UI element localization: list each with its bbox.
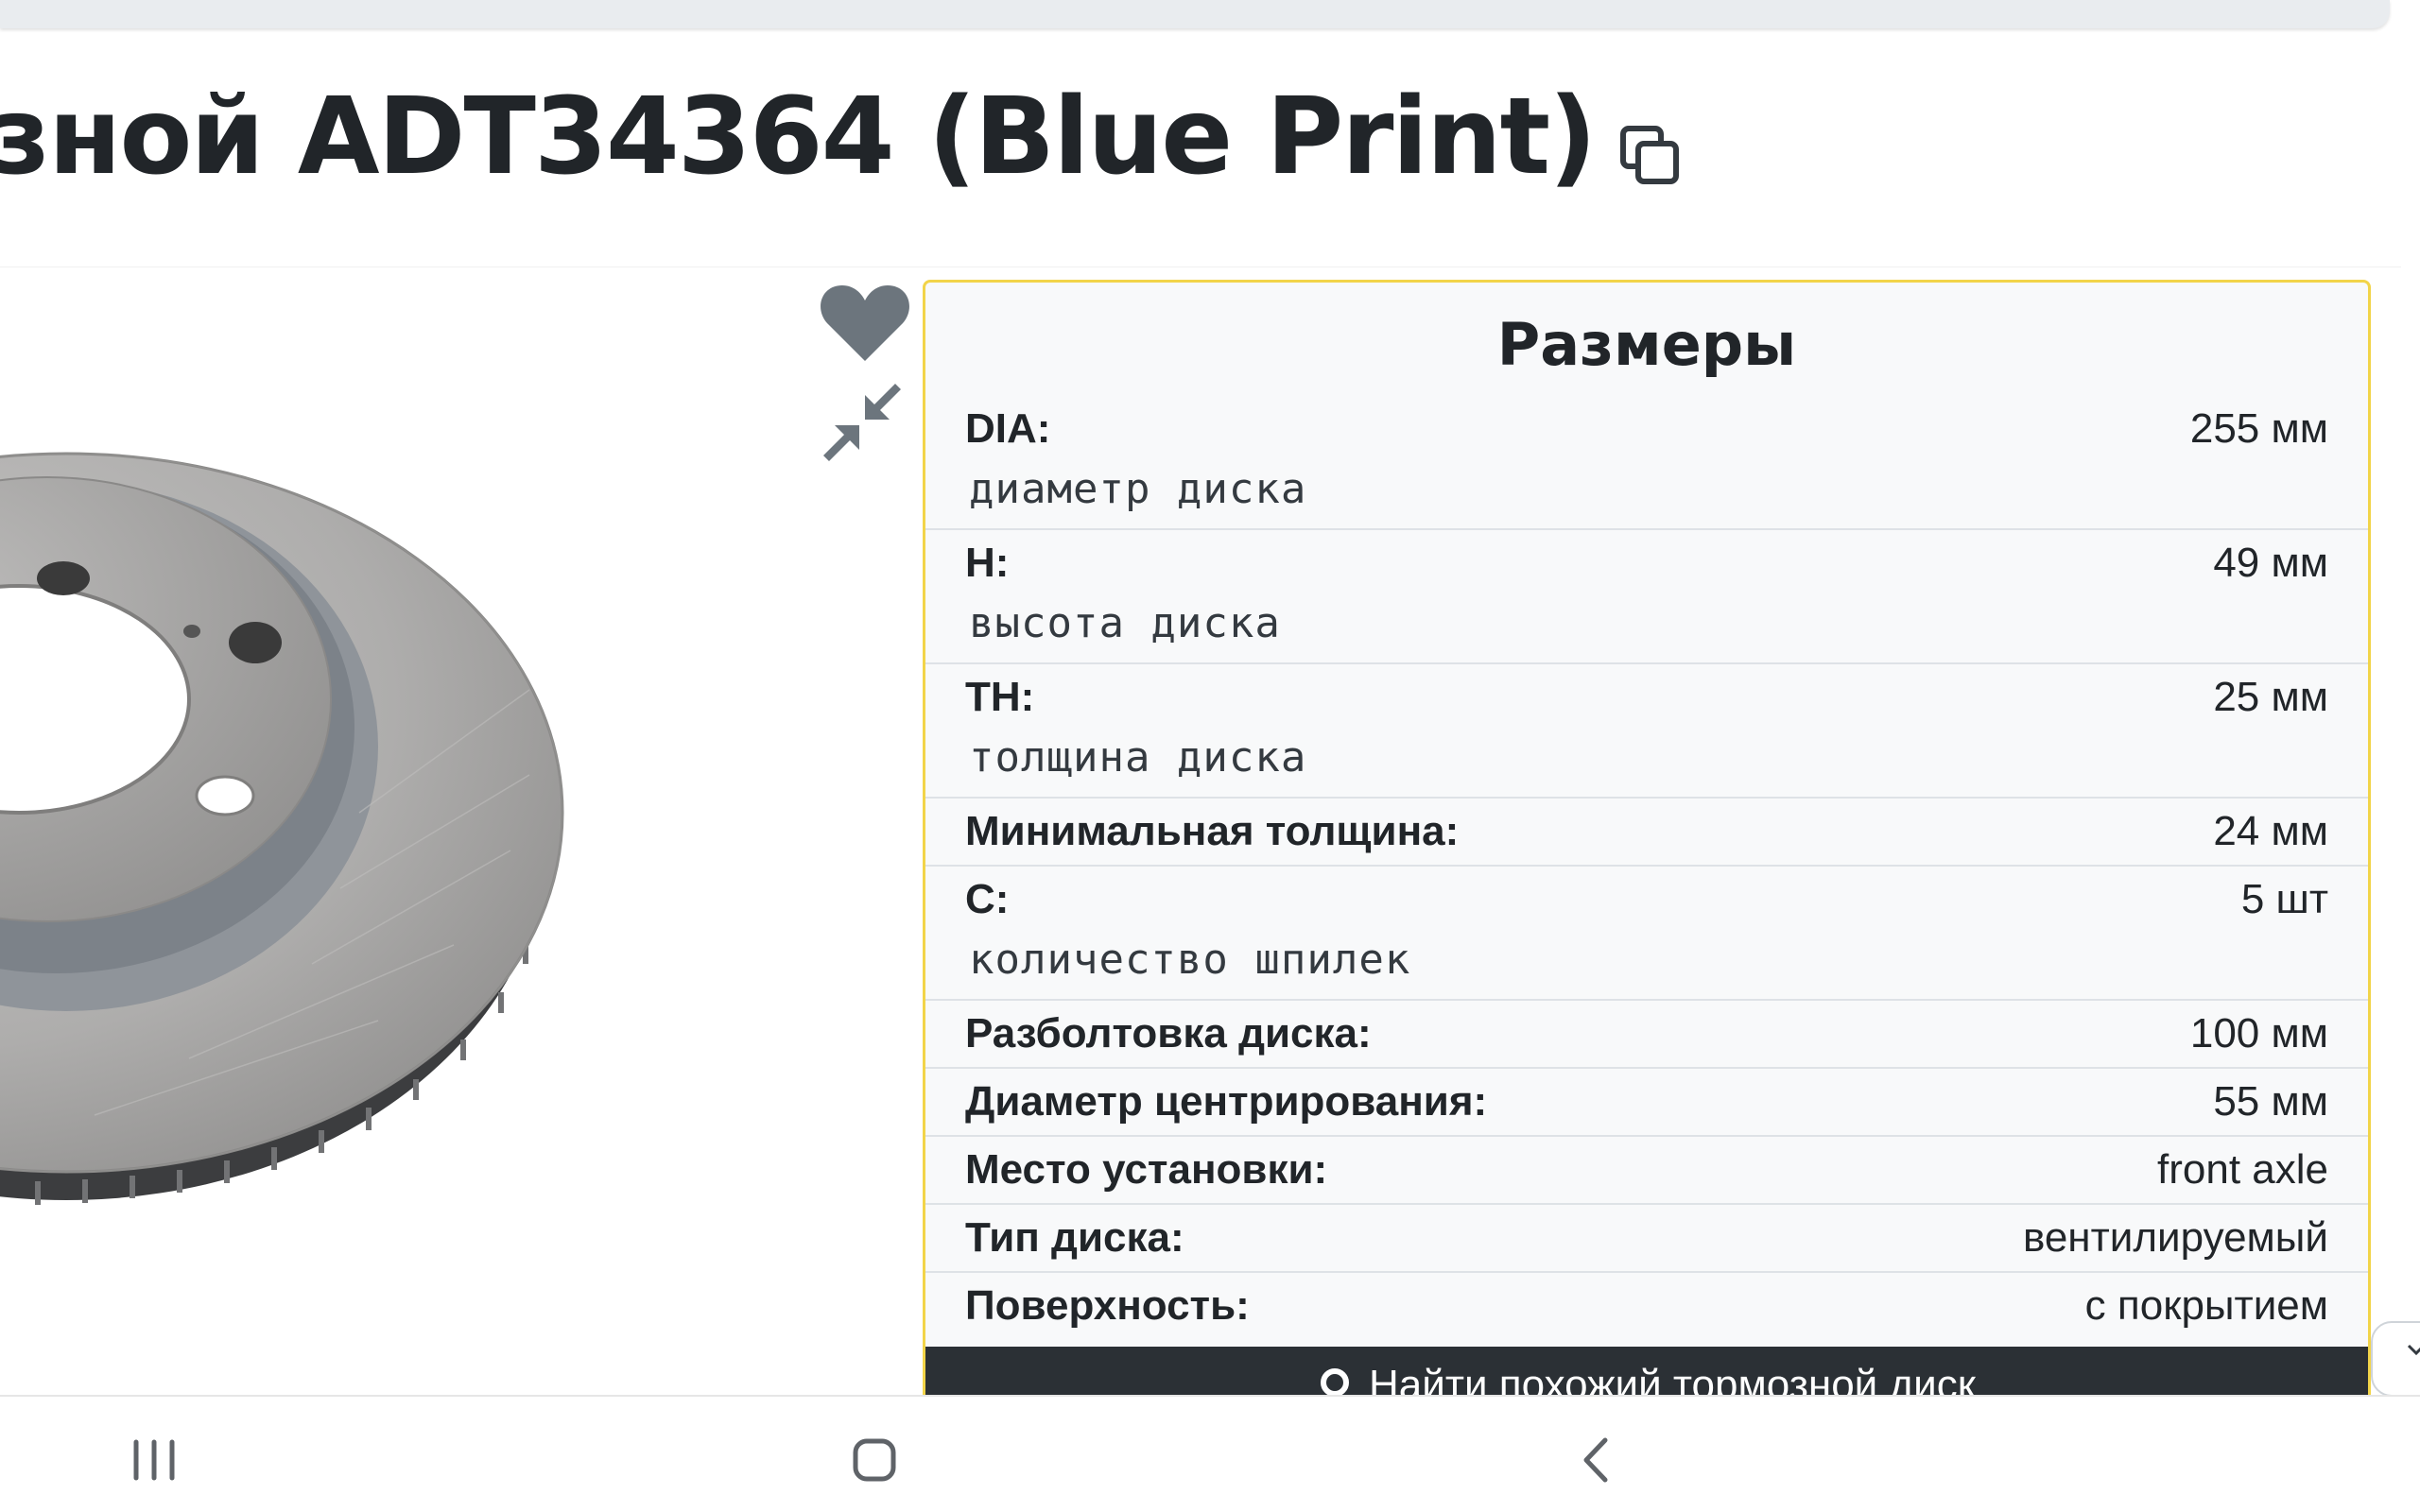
system-nav-bar <box>0 1395 2420 1512</box>
dimension-label: Диаметр центрирования: <box>965 1078 1488 1125</box>
dimension-value: 100 мм <box>2189 1010 2328 1057</box>
dimension-value: front axle <box>2157 1146 2328 1193</box>
title-row: зной ADT34364 (Blue Print) <box>0 66 1682 208</box>
product-image[interactable] <box>0 284 908 1389</box>
dimension-label: Минимальная толщина: <box>965 808 1460 854</box>
find-similar-button[interactable]: Найти похожий тормозной диск <box>925 1347 2368 1395</box>
dimension-description: количество шпилек <box>969 936 1411 984</box>
dimension-row-th: TH: 25 мм толщина диска <box>925 664 2368 799</box>
dimension-value: 5 шт <box>2240 876 2328 922</box>
dimension-value: 55 мм <box>2213 1078 2328 1125</box>
dimension-description: высота диска <box>969 599 1281 647</box>
page: зной ADT34364 (Blue Print) Размеры DIA: … <box>0 0 2420 1512</box>
scroll-top-button[interactable] <box>2371 1321 2420 1397</box>
dimension-label: Место установки: <box>965 1146 1328 1193</box>
dimension-value: 25 мм <box>2213 674 2328 720</box>
find-similar-label: Найти похожий тормозной диск <box>1369 1362 1976 1395</box>
dimension-row-h: H: 49 мм высота диска <box>925 530 2368 664</box>
dimension-row-min-thickness: Минимальная толщина: 24 мм <box>925 799 2368 867</box>
search-icon <box>1321 1368 1350 1395</box>
heart-icon[interactable] <box>818 282 912 365</box>
dimensions-card: Размеры DIA: 255 мм диаметр диска H: 49 … <box>923 280 2371 1395</box>
dimension-value: 49 мм <box>2213 540 2328 586</box>
dimension-label: Тип диска: <box>965 1214 1184 1261</box>
dimension-label: Разболтовка диска: <box>965 1010 1372 1057</box>
dimension-row-dia: DIA: 255 мм диаметр диска <box>925 396 2368 530</box>
page-title: зной ADT34364 (Blue Print) <box>0 76 1597 198</box>
divider <box>0 266 2401 267</box>
dimension-description: толщина диска <box>969 733 1307 782</box>
dimension-label: TH: <box>965 674 1035 720</box>
chevron-up-icon <box>2407 1344 2420 1356</box>
dimension-label: DIA: <box>965 405 1051 452</box>
recents-icon[interactable] <box>112 1418 197 1503</box>
dimension-value: 255 мм <box>2189 405 2328 452</box>
dimension-description: диаметр диска <box>969 465 1307 513</box>
dimension-label: Поверхность: <box>965 1282 1250 1329</box>
back-icon[interactable] <box>1554 1418 1639 1503</box>
dimension-label: H: <box>965 540 1010 586</box>
home-icon[interactable] <box>832 1418 917 1503</box>
dimension-value: 24 мм <box>2213 808 2328 854</box>
dimension-row-disc-type: Тип диска: вентилируемый <box>925 1205 2368 1273</box>
dimension-value: вентилируемый <box>2022 1214 2328 1261</box>
dimension-row-install-location: Место установки: front axle <box>925 1137 2368 1205</box>
dimension-value: с покрытием <box>2084 1282 2328 1329</box>
copy-icon[interactable] <box>1619 125 1682 187</box>
compress-icon[interactable] <box>821 382 903 463</box>
dimension-row-surface: Поверхность: с покрытием <box>925 1273 2368 1339</box>
dimension-label: C: <box>965 876 1010 922</box>
dimension-row-c: C: 5 шт количество шпилек <box>925 867 2368 1001</box>
dimensions-title: Размеры <box>1496 310 1797 379</box>
dimension-row-center-diameter: Диаметр центрирования: 55 мм <box>925 1069 2368 1137</box>
search-bar[interactable] <box>0 0 2390 28</box>
product-actions <box>818 282 912 463</box>
dimension-row-bolt-pattern: Разболтовка диска: 100 мм <box>925 1001 2368 1069</box>
